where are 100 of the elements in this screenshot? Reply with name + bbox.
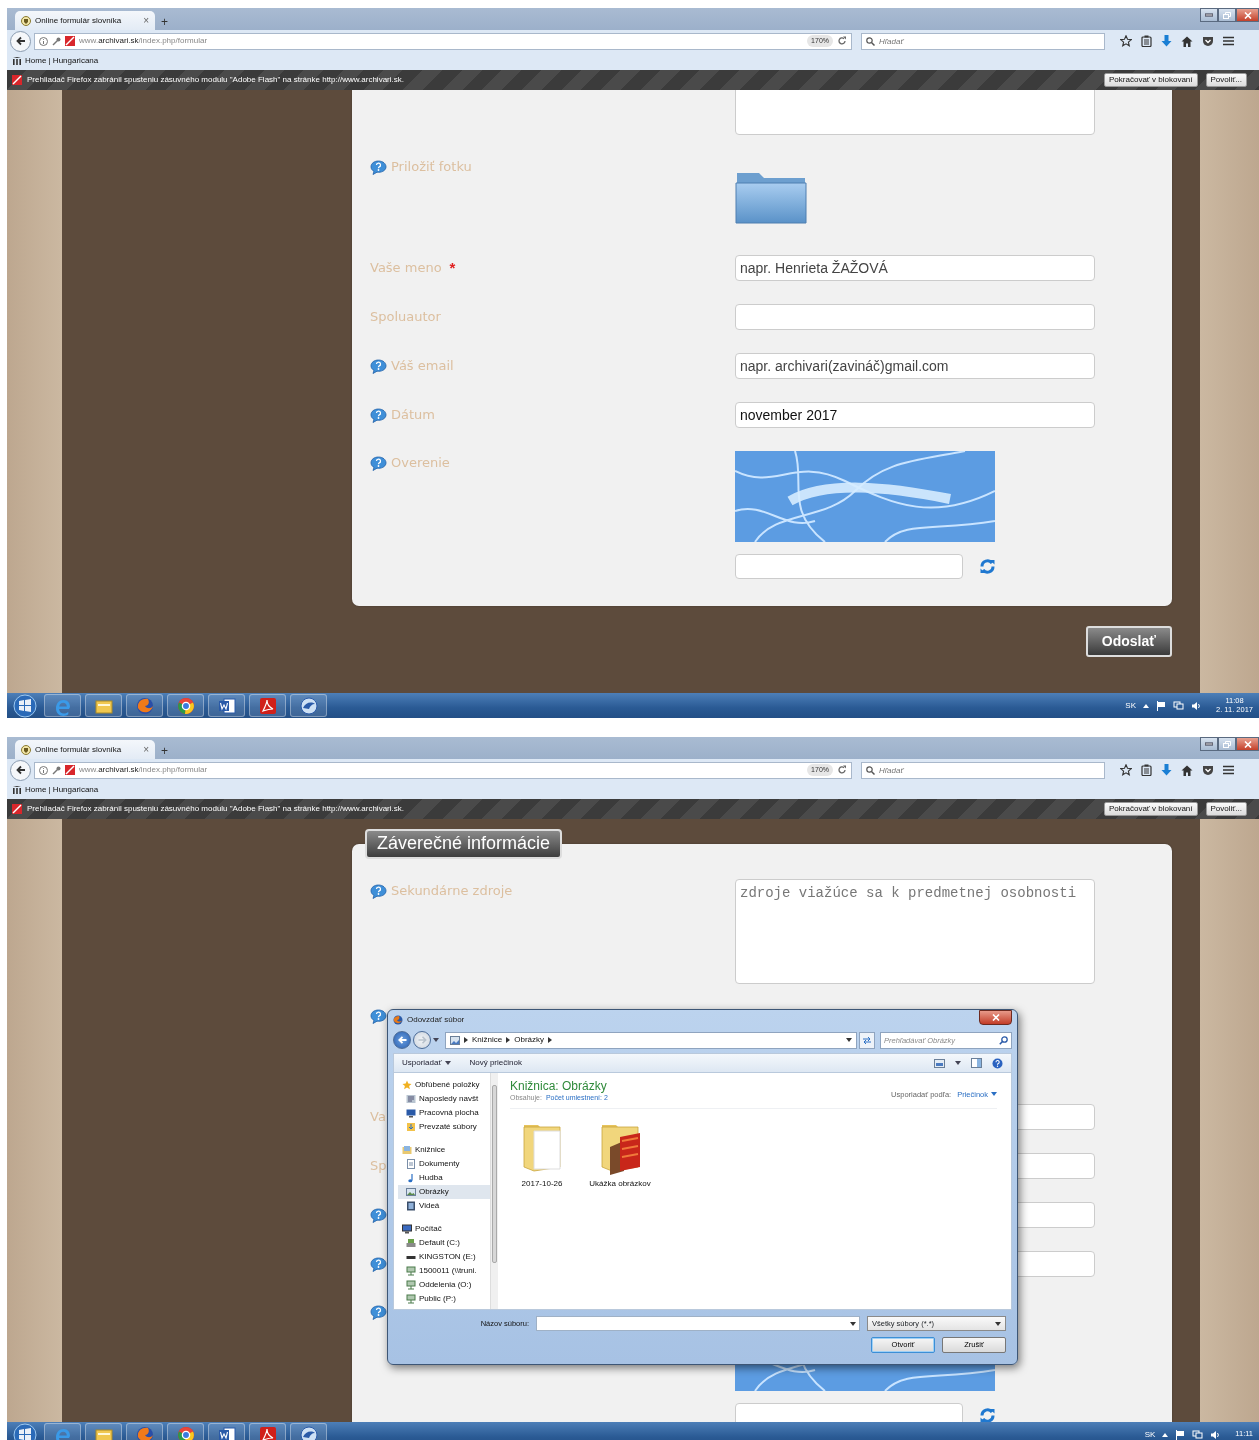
text-field[interactable] — [735, 304, 1095, 330]
scrollbar[interactable] — [490, 1073, 498, 1309]
notification-button[interactable]: Pokračovať v blokovaní — [1104, 72, 1198, 88]
taskbar-button[interactable] — [85, 694, 122, 717]
restore-button[interactable] — [1218, 8, 1236, 22]
clipboard-icon[interactable] — [1141, 764, 1152, 776]
flag-icon[interactable] — [1156, 700, 1166, 711]
back-button[interactable] — [10, 759, 31, 781]
folder-item[interactable]: Ukážka obrázkov — [588, 1118, 652, 1190]
taskbar-button[interactable] — [167, 1423, 204, 1440]
taskbar-button[interactable] — [167, 694, 204, 717]
preview-pane-icon[interactable] — [971, 1058, 982, 1068]
download-icon[interactable] — [1161, 35, 1172, 47]
text-field[interactable]: napr. Henrieta ŽAŽOVÁ — [735, 255, 1095, 281]
toolbar-button[interactable]: Usporiadať — [402, 1057, 452, 1069]
view-icon[interactable] — [934, 1058, 945, 1068]
taskbar-button[interactable] — [290, 694, 327, 717]
star-icon[interactable] — [1120, 764, 1132, 776]
search-field[interactable]: Hľadať — [861, 761, 1105, 779]
minimize-button[interactable] — [1200, 737, 1218, 751]
network-icon[interactable] — [1173, 700, 1184, 711]
text-area[interactable]: zdroje viažúce sa k predmetnej osobnosti — [735, 879, 1095, 984]
nav-item[interactable]: Default (C:) — [398, 1236, 490, 1250]
taskbar-button[interactable] — [208, 1423, 245, 1440]
nav-item[interactable]: Obrázky — [398, 1185, 490, 1199]
start-button[interactable] — [10, 694, 40, 717]
notification-button[interactable]: Povoliť... — [1205, 72, 1247, 88]
home-icon[interactable] — [1181, 764, 1193, 776]
language-indicator[interactable]: SK — [1125, 699, 1136, 712]
pocket-icon[interactable] — [1202, 35, 1214, 47]
close-button[interactable] — [1236, 8, 1259, 22]
nav-item[interactable]: Obľúbené položky — [398, 1078, 490, 1092]
menu-icon[interactable] — [1223, 36, 1234, 46]
nav-item[interactable]: 1500011 (\\truni. — [398, 1264, 490, 1278]
taskbar-button[interactable] — [208, 694, 245, 717]
file-name-field[interactable] — [536, 1316, 860, 1331]
nav-item[interactable]: Dokumenty — [398, 1157, 490, 1171]
forward-button[interactable] — [413, 1031, 431, 1049]
star-icon[interactable] — [1120, 35, 1132, 47]
network-icon[interactable] — [1192, 1429, 1204, 1440]
nav-item[interactable]: Knižnice — [398, 1143, 490, 1157]
nav-item[interactable]: Videá — [398, 1199, 490, 1213]
nav-item[interactable]: Pracovná plocha — [398, 1106, 490, 1120]
refresh-icon[interactable] — [979, 558, 996, 575]
bookmark-link[interactable]: Home | Hungaricana — [25, 784, 99, 796]
taskbar-button[interactable] — [249, 694, 286, 717]
text-field[interactable]: november 2017 — [735, 402, 1095, 428]
nav-item[interactable]: Prevzaté súbory — [398, 1120, 490, 1134]
toolbar-button[interactable]: Nový priečinok — [469, 1057, 522, 1069]
captcha-field[interactable] — [735, 554, 963, 579]
browser-tab[interactable]: Online formulár slovníka × — [15, 11, 155, 30]
new-tab-button[interactable]: + — [161, 16, 168, 28]
flag-icon[interactable] — [1175, 1429, 1186, 1440]
refresh-icon[interactable] — [979, 1407, 996, 1422]
nav-item[interactable]: Public (P:) — [398, 1292, 490, 1306]
close-button[interactable] — [979, 1010, 1012, 1025]
nav-item[interactable]: Oddelenia (O:) — [398, 1278, 490, 1292]
taskbar-button[interactable] — [249, 1423, 286, 1440]
address-field[interactable]: Knižnice Obrázky — [445, 1031, 857, 1049]
speaker-icon[interactable] — [1191, 700, 1201, 711]
restore-button[interactable] — [1218, 737, 1236, 751]
breadcrumb-item[interactable]: Knižnice — [472, 1034, 503, 1046]
search-field[interactable]: Hľadať — [861, 32, 1105, 50]
breadcrumb-item[interactable]: Obrázky — [514, 1034, 545, 1046]
tab-close-button[interactable]: × — [143, 13, 149, 28]
nav-item[interactable]: Počítač — [398, 1222, 490, 1236]
new-tab-button[interactable]: + — [161, 745, 168, 757]
captcha-field[interactable] — [735, 1403, 963, 1422]
download-icon[interactable] — [1161, 764, 1172, 776]
notification-button[interactable]: Povoliť... — [1205, 801, 1247, 817]
start-button[interactable] — [10, 1423, 40, 1440]
bookmark-link[interactable]: Home | Hungaricana — [25, 55, 99, 67]
folder-item[interactable]: 2017-10-26 — [510, 1118, 574, 1190]
taskbar-button[interactable] — [126, 1423, 163, 1440]
browser-tab[interactable]: Online formulár slovníka × — [15, 740, 155, 759]
reload-icon[interactable] — [837, 36, 847, 46]
caret-up-icon[interactable] — [1143, 703, 1149, 708]
help-icon[interactable] — [992, 1057, 1003, 1069]
minimize-button[interactable] — [1200, 8, 1218, 22]
taskbar-button[interactable] — [85, 1423, 122, 1440]
taskbar-button[interactable] — [290, 1423, 327, 1440]
tab-close-button[interactable]: × — [143, 742, 149, 757]
menu-icon[interactable] — [1223, 765, 1234, 775]
caret-up-icon[interactable] — [1162, 1432, 1169, 1437]
close-button[interactable] — [1236, 737, 1259, 751]
reload-icon[interactable] — [837, 765, 847, 775]
language-indicator[interactable]: SK — [1144, 1428, 1156, 1440]
back-button[interactable] — [10, 30, 31, 52]
speaker-icon[interactable] — [1210, 1429, 1221, 1440]
notification-button[interactable]: Pokračovať v blokovaní — [1104, 801, 1198, 817]
pocket-icon[interactable] — [1202, 764, 1214, 776]
refresh-button[interactable] — [859, 1031, 875, 1049]
clipboard-icon[interactable] — [1141, 35, 1152, 47]
submit-button[interactable]: Odoslať — [1085, 626, 1172, 657]
nav-item[interactable]: KINGSTON (E:) — [398, 1250, 490, 1264]
nav-item[interactable]: Naposledy navšt — [398, 1092, 490, 1106]
home-icon[interactable] — [1181, 35, 1193, 47]
text-field[interactable]: napr. archivari(zavináč)gmail.com — [735, 353, 1095, 379]
taskbar-button[interactable] — [126, 694, 163, 717]
nav-item[interactable]: Hudba — [398, 1171, 490, 1185]
